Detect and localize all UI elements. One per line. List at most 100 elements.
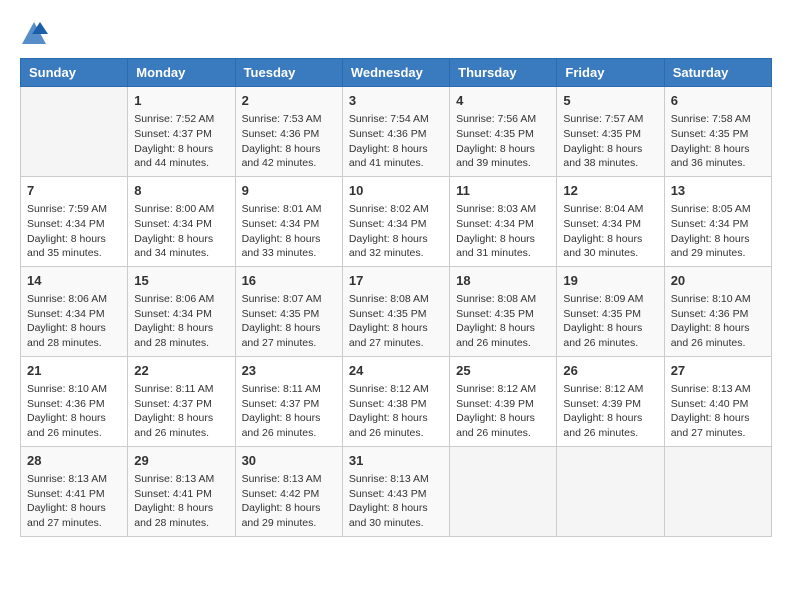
day-number: 21 — [27, 362, 121, 380]
daylight-text: Daylight: 8 hours and 30 minutes. — [349, 501, 443, 530]
sunrise-text: Sunrise: 8:12 AM — [563, 382, 657, 397]
daylight-text: Daylight: 8 hours and 26 minutes. — [456, 321, 550, 350]
cell-details: Sunrise: 8:13 AMSunset: 4:42 PMDaylight:… — [242, 472, 336, 531]
cell-details: Sunrise: 8:08 AMSunset: 4:35 PMDaylight:… — [456, 292, 550, 351]
sunrise-text: Sunrise: 8:13 AM — [671, 382, 765, 397]
day-number: 30 — [242, 452, 336, 470]
sunset-text: Sunset: 4:35 PM — [242, 307, 336, 322]
calendar-cell: 14Sunrise: 8:06 AMSunset: 4:34 PMDayligh… — [21, 266, 128, 356]
sunset-text: Sunset: 4:41 PM — [27, 487, 121, 502]
day-number: 24 — [349, 362, 443, 380]
sunrise-text: Sunrise: 8:02 AM — [349, 202, 443, 217]
cell-details: Sunrise: 7:57 AMSunset: 4:35 PMDaylight:… — [563, 112, 657, 171]
calendar-cell: 30 Sunrise: 8:13 AMSunset: 4:42 PMDayligh… — [235, 446, 342, 536]
cell-details: Sunrise: 8:11 AMSunset: 4:37 PMDaylight:… — [134, 382, 228, 441]
calendar-cell: 28Sunrise: 8:13 AMSunset: 4:41 PMDayligh… — [21, 446, 128, 536]
cell-details: Sunrise: 8:12 AMSunset: 4:39 PMDaylight:… — [456, 382, 550, 441]
daylight-text: Daylight: 8 hours and 28 minutes. — [27, 321, 121, 350]
day-number: 19 — [563, 272, 657, 290]
sunrise-text: Sunrise: 8:13 AM — [242, 472, 336, 487]
calendar-cell: 8 Sunrise: 8:00 AMSunset: 4:34 PMDaylight… — [128, 176, 235, 266]
sunset-text: Sunset: 4:35 PM — [563, 307, 657, 322]
sunset-text: Sunset: 4:39 PM — [456, 397, 550, 412]
sunset-text: Sunset: 4:34 PM — [563, 217, 657, 232]
daylight-text: Daylight: 8 hours and 29 minutes. — [242, 501, 336, 530]
daylight-text: Daylight: 8 hours and 26 minutes. — [456, 411, 550, 440]
day-number: 22 — [134, 362, 228, 380]
sunrise-text: Sunrise: 8:13 AM — [134, 472, 228, 487]
sunrise-text: Sunrise: 8:06 AM — [27, 292, 121, 307]
sunrise-text: Sunrise: 7:58 AM — [671, 112, 765, 127]
calendar-cell — [21, 87, 128, 177]
sunrise-text: Sunrise: 8:08 AM — [349, 292, 443, 307]
daylight-text: Daylight: 8 hours and 26 minutes. — [349, 411, 443, 440]
day-number: 6 — [671, 92, 765, 110]
calendar-cell: 31Sunrise: 8:13 AMSunset: 4:43 PMDayligh… — [342, 446, 449, 536]
cell-details: Sunrise: 7:56 AMSunset: 4:35 PMDaylight:… — [456, 112, 550, 171]
sunrise-text: Sunrise: 8:03 AM — [456, 202, 550, 217]
sunset-text: Sunset: 4:36 PM — [27, 397, 121, 412]
weekday-header-saturday: Saturday — [664, 59, 771, 87]
cell-details: Sunrise: 8:08 AMSunset: 4:35 PMDaylight:… — [349, 292, 443, 351]
sunrise-text: Sunrise: 8:12 AM — [349, 382, 443, 397]
daylight-text: Daylight: 8 hours and 39 minutes. — [456, 142, 550, 171]
day-number: 15 — [134, 272, 228, 290]
calendar-cell: 20Sunrise: 8:10 AMSunset: 4:36 PMDayligh… — [664, 266, 771, 356]
cell-details: Sunrise: 8:09 AMSunset: 4:35 PMDaylight:… — [563, 292, 657, 351]
weekday-header-row: SundayMondayTuesdayWednesdayThursdayFrid… — [21, 59, 772, 87]
calendar-cell: 4Sunrise: 7:56 AMSunset: 4:35 PMDaylight… — [450, 87, 557, 177]
day-number: 8 — [134, 182, 228, 200]
calendar-cell: 26Sunrise: 8:12 AMSunset: 4:39 PMDayligh… — [557, 356, 664, 446]
calendar-cell: 21Sunrise: 8:10 AMSunset: 4:36 PMDayligh… — [21, 356, 128, 446]
sunrise-text: Sunrise: 7:54 AM — [349, 112, 443, 127]
logo — [20, 20, 52, 48]
sunset-text: Sunset: 4:34 PM — [134, 307, 228, 322]
sunrise-text: Sunrise: 7:53 AM — [242, 112, 336, 127]
daylight-text: Daylight: 8 hours and 41 minutes. — [349, 142, 443, 171]
calendar-cell: 24 Sunrise: 8:12 AMSunset: 4:38 PMDayligh… — [342, 356, 449, 446]
sunset-text: Sunset: 4:38 PM — [349, 397, 443, 412]
sunset-text: Sunset: 4:34 PM — [242, 217, 336, 232]
sunset-text: Sunset: 4:35 PM — [671, 127, 765, 142]
calendar-week-row: 1Sunrise: 7:52 AMSunset: 4:37 PMDaylight… — [21, 87, 772, 177]
daylight-text: Daylight: 8 hours and 38 minutes. — [563, 142, 657, 171]
cell-details: Sunrise: 8:06 AMSunset: 4:34 PMDaylight:… — [134, 292, 228, 351]
sunset-text: Sunset: 4:36 PM — [349, 127, 443, 142]
sunrise-text: Sunrise: 8:12 AM — [456, 382, 550, 397]
sunset-text: Sunset: 4:34 PM — [27, 217, 121, 232]
cell-details: Sunrise: 8:01 AMSunset: 4:34 PMDaylight:… — [242, 202, 336, 261]
daylight-text: Daylight: 8 hours and 26 minutes. — [242, 411, 336, 440]
daylight-text: Daylight: 8 hours and 27 minutes. — [27, 501, 121, 530]
sunrise-text: Sunrise: 7:52 AM — [134, 112, 228, 127]
cell-details: Sunrise: 8:13 AMSunset: 4:41 PMDaylight:… — [134, 472, 228, 531]
cell-details: Sunrise: 8:06 AMSunset: 4:34 PMDaylight:… — [27, 292, 121, 351]
weekday-header-tuesday: Tuesday — [235, 59, 342, 87]
weekday-header-wednesday: Wednesday — [342, 59, 449, 87]
sunrise-text: Sunrise: 8:00 AM — [134, 202, 228, 217]
cell-details: Sunrise: 7:58 AMSunset: 4:35 PMDaylight:… — [671, 112, 765, 171]
sunrise-text: Sunrise: 8:08 AM — [456, 292, 550, 307]
day-number: 20 — [671, 272, 765, 290]
daylight-text: Daylight: 8 hours and 26 minutes. — [134, 411, 228, 440]
cell-details: Sunrise: 8:13 AMSunset: 4:40 PMDaylight:… — [671, 382, 765, 441]
sunrise-text: Sunrise: 7:59 AM — [27, 202, 121, 217]
calendar-cell: 5Sunrise: 7:57 AMSunset: 4:35 PMDaylight… — [557, 87, 664, 177]
daylight-text: Daylight: 8 hours and 33 minutes. — [242, 232, 336, 261]
day-number: 17 — [349, 272, 443, 290]
calendar-week-row: 7Sunrise: 7:59 AMSunset: 4:34 PMDaylight… — [21, 176, 772, 266]
sunrise-text: Sunrise: 8:05 AM — [671, 202, 765, 217]
daylight-text: Daylight: 8 hours and 28 minutes. — [134, 501, 228, 530]
sunrise-text: Sunrise: 8:09 AM — [563, 292, 657, 307]
sunset-text: Sunset: 4:36 PM — [242, 127, 336, 142]
calendar-cell: 25Sunrise: 8:12 AMSunset: 4:39 PMDayligh… — [450, 356, 557, 446]
cell-details: Sunrise: 8:12 AMSunset: 4:39 PMDaylight:… — [563, 382, 657, 441]
day-number: 31 — [349, 452, 443, 470]
daylight-text: Daylight: 8 hours and 27 minutes. — [242, 321, 336, 350]
daylight-text: Daylight: 8 hours and 34 minutes. — [134, 232, 228, 261]
daylight-text: Daylight: 8 hours and 28 minutes. — [134, 321, 228, 350]
cell-details: Sunrise: 8:00 AMSunset: 4:34 PMDaylight:… — [134, 202, 228, 261]
calendar-cell: 12Sunrise: 8:04 AMSunset: 4:34 PMDayligh… — [557, 176, 664, 266]
day-number: 12 — [563, 182, 657, 200]
sunrise-text: Sunrise: 8:13 AM — [349, 472, 443, 487]
sunset-text: Sunset: 4:34 PM — [134, 217, 228, 232]
